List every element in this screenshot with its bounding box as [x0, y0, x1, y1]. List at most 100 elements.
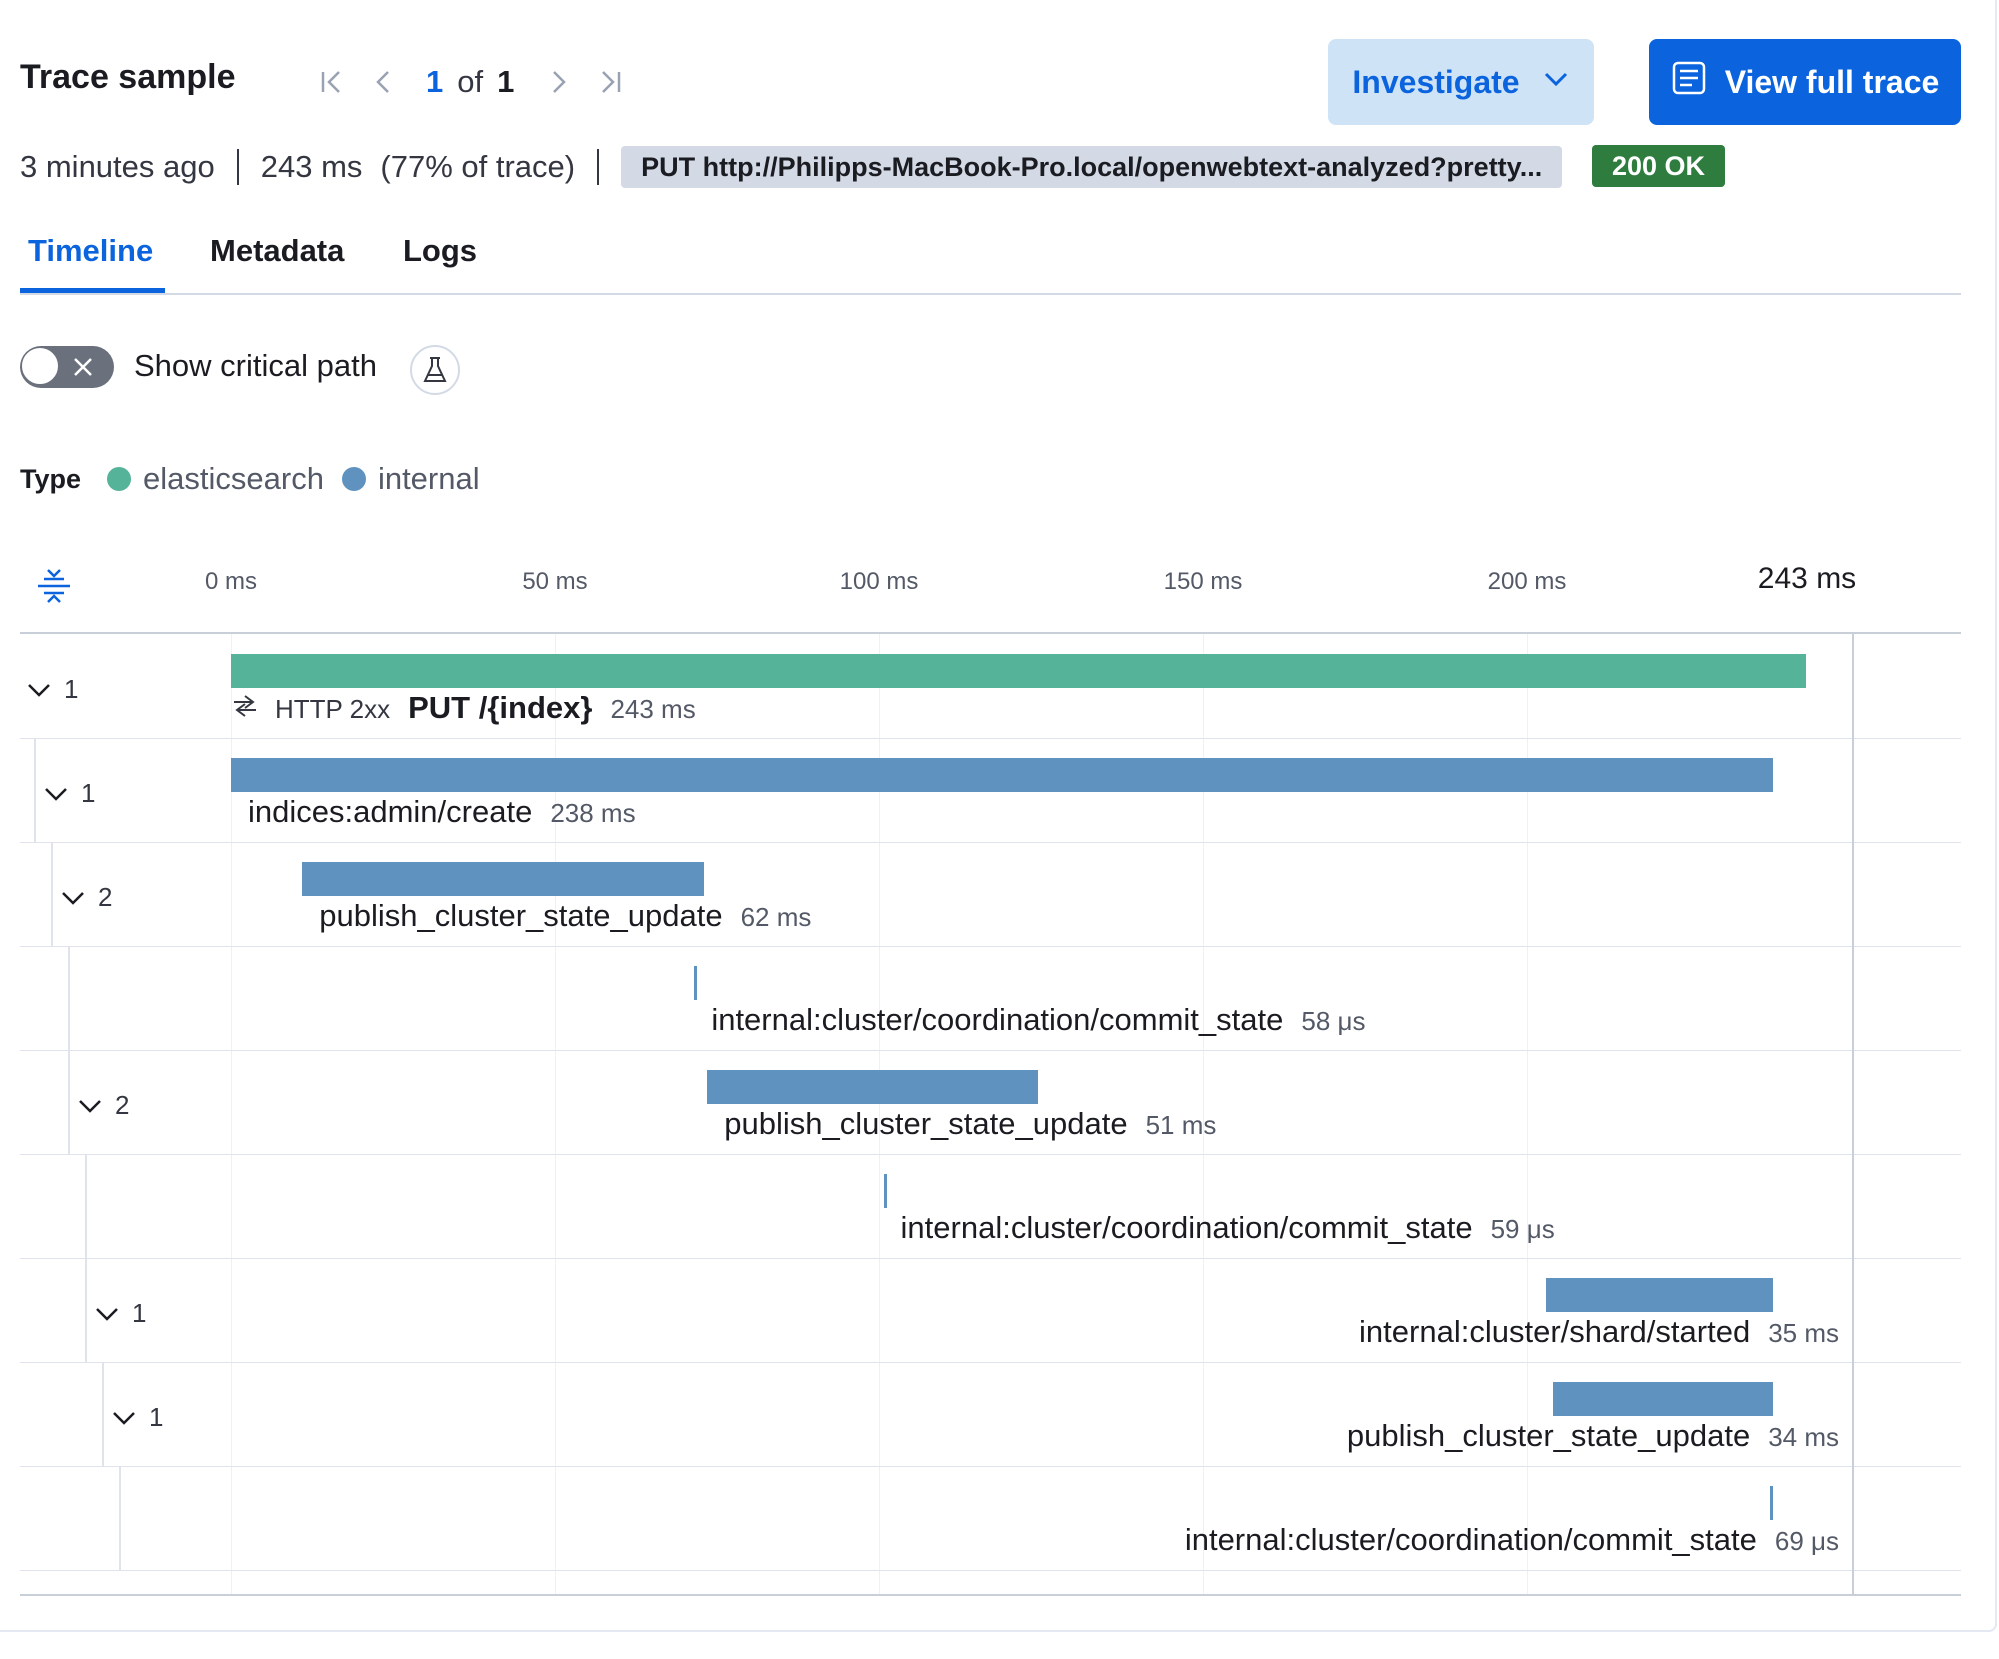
span-bar[interactable] [883, 1174, 887, 1208]
critical-path-label: Show critical path [134, 348, 377, 383]
separator [236, 149, 239, 185]
expand-toggle[interactable]: 2 [77, 1090, 129, 1121]
span-bar[interactable] [231, 758, 1774, 792]
legend-label-elasticsearch: elasticsearch [143, 461, 324, 496]
child-count: 2 [98, 882, 113, 912]
span-label: internal:cluster/coordination/commit_sta… [901, 1210, 1555, 1246]
chevron-down-icon [62, 891, 84, 905]
span-name: internal:cluster/shard/started [1359, 1314, 1751, 1349]
child-count: 1 [149, 1402, 164, 1432]
expand-toggle[interactable]: 1 [43, 778, 95, 809]
pager-of: of [457, 64, 484, 99]
span-bar[interactable] [1546, 1278, 1774, 1312]
span-row[interactable]: 2 publish_cluster_state_update 51 ms [20, 1050, 1961, 1155]
span-bar[interactable] [707, 1070, 1038, 1104]
next-page-icon[interactable] [536, 60, 580, 104]
axis-tick: 150 ms [1163, 568, 1243, 595]
http-status: HTTP 2xx [275, 694, 391, 724]
timeline-bottom-line [20, 1594, 1961, 1596]
prev-page-icon[interactable] [362, 60, 406, 104]
axis-tick: 50 ms [522, 568, 588, 595]
axis-tick: 100 ms [839, 568, 919, 595]
indent-guide [85, 1154, 87, 1258]
span-duration: 59 μs [1490, 1214, 1555, 1244]
span-label: HTTP 2xx PUT /{index} 243 ms [231, 690, 696, 726]
expand-toggle[interactable]: 1 [111, 1402, 163, 1433]
indent-guide [34, 738, 36, 842]
span-duration: 51 ms [1145, 1110, 1217, 1140]
span-bar[interactable] [1552, 1382, 1774, 1416]
span-row[interactable]: 1 publish_cluster_state_update 34 ms [20, 1362, 1961, 1467]
trace-end-line [1852, 634, 1854, 1594]
indent-guide [102, 1362, 104, 1466]
critical-path-toggle[interactable] [20, 346, 114, 388]
indent-guide [119, 1466, 121, 1570]
view-full-trace-button[interactable]: View full trace [1649, 39, 1961, 125]
beaker-icon [423, 357, 447, 382]
pager-current: 1 [426, 64, 444, 99]
chevron-down-icon [113, 1411, 135, 1425]
span-label: internal:cluster/shard/started 35 ms [1359, 1314, 1839, 1350]
trace-percentage: (77% of trace) [380, 149, 576, 184]
span-duration: 58 μs [1301, 1006, 1366, 1036]
beta-badge[interactable] [410, 345, 460, 395]
exit-span-icon [231, 690, 259, 726]
expand-toggle[interactable]: 2 [60, 882, 112, 913]
pager-total: 1 [497, 64, 515, 99]
separator [597, 149, 600, 185]
span-row[interactable]: 2 publish_cluster_state_update 62 ms [20, 842, 1961, 947]
span-row[interactable]: 1 internal:cluster/shard/started 35 ms [20, 1258, 1961, 1363]
tab-timeline[interactable]: Timeline [28, 233, 153, 269]
axis-tick: 0 ms [204, 568, 258, 595]
span-name: internal:cluster/coordination/commit_sta… [711, 1002, 1284, 1037]
child-count: 1 [81, 778, 96, 808]
expand-toggle[interactable]: 1 [94, 1298, 146, 1329]
legend-dot-elasticsearch [107, 467, 132, 491]
span-label: publish_cluster_state_update 34 ms [1347, 1418, 1839, 1454]
url-badge: PUT http://Philipps-MacBook-Pro.local/op… [621, 146, 1563, 188]
page-title: Trace sample [20, 58, 236, 96]
active-tab-indicator [20, 288, 165, 293]
tabs: Timeline Metadata Logs [20, 225, 1961, 295]
span-bar[interactable] [231, 654, 1806, 688]
span-name: indices:admin/create [248, 794, 533, 829]
axis-tick-end: 243 ms [1757, 562, 1857, 595]
tab-metadata[interactable]: Metadata [210, 233, 344, 269]
span-duration: 34 ms [1768, 1422, 1839, 1452]
last-page-icon[interactable] [588, 60, 632, 104]
span-row[interactable]: internal:cluster/coordination/commit_sta… [20, 1154, 1961, 1259]
indent-guide [51, 842, 53, 946]
span-bar[interactable] [302, 862, 705, 896]
indent-guide [85, 1258, 87, 1362]
time-ago: 3 minutes ago [20, 149, 215, 184]
investigate-label: Investigate [1352, 63, 1520, 100]
view-full-trace-label: View full trace [1724, 63, 1940, 100]
chevron-down-icon [45, 787, 67, 801]
tab-logs[interactable]: Logs [403, 233, 477, 269]
indent-guide [68, 1050, 70, 1154]
trace-meta: 3 minutes ago 243 ms (77% of trace) PUT … [20, 145, 1563, 189]
span-duration: 35 ms [1768, 1318, 1839, 1348]
span-bar[interactable] [694, 966, 698, 1000]
span-row[interactable]: internal:cluster/coordination/commit_sta… [20, 1466, 1961, 1571]
span-duration: 62 ms [740, 902, 812, 932]
chevron-down-icon [1542, 64, 1570, 101]
first-page-icon[interactable] [310, 60, 354, 104]
investigate-button[interactable]: Investigate [1328, 39, 1594, 125]
span-duration: 238 ms [550, 798, 636, 828]
type-legend: Type elasticsearch internal [20, 460, 498, 498]
span-row[interactable]: 1 indices:admin/create 238 ms [20, 738, 1961, 843]
expand-toggle[interactable]: 1 [26, 674, 78, 705]
toggle-knob [21, 347, 59, 385]
span-row[interactable]: internal:cluster/coordination/commit_sta… [20, 946, 1961, 1051]
collapse-all-icon[interactable] [34, 566, 74, 611]
span-bar[interactable] [1770, 1486, 1773, 1520]
span-name: publish_cluster_state_update [1346, 1418, 1751, 1453]
span-name: PUT /{index} [408, 690, 593, 725]
legend-label-internal: internal [377, 461, 480, 496]
span-row[interactable]: 1 HTTP 2xx PUT /{index} 243 ms [20, 634, 1961, 739]
trace-pager: 1 of 1 [310, 60, 640, 104]
span-name: publish_cluster_state_update [724, 1106, 1128, 1141]
span-label: internal:cluster/coordination/commit_sta… [711, 1002, 1365, 1038]
status-badge: 200 OK [1592, 145, 1726, 187]
